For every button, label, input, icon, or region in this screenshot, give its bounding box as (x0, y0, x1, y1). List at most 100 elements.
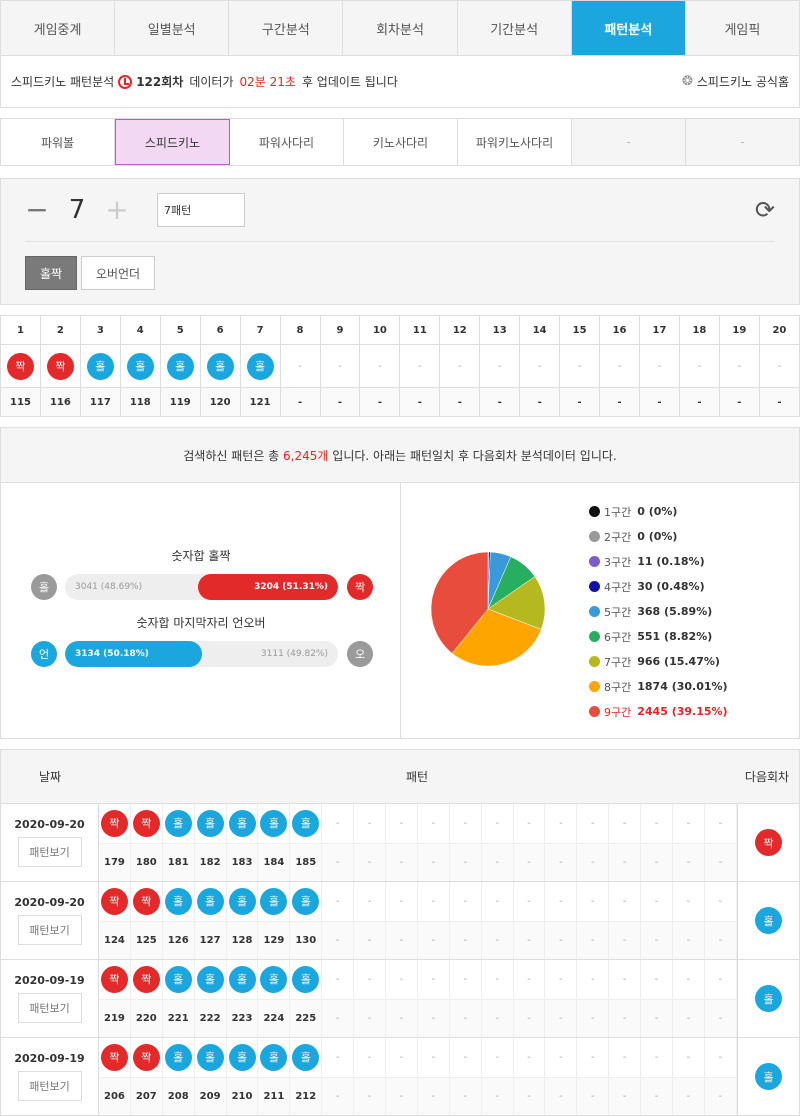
empty-cell: - (527, 934, 531, 946)
history-date: 2020-09-19 (14, 1052, 85, 1065)
history-round-cell: - (418, 1077, 450, 1115)
over-count: 3111 (49.82%) (260, 649, 328, 659)
game-tab-0[interactable]: 파워볼 (1, 119, 115, 165)
empty-cell: - (338, 360, 342, 372)
empty-cell: - (559, 895, 563, 907)
grid-round-cell: - (319, 387, 361, 417)
pattern-input[interactable] (157, 193, 245, 227)
empty-cell: - (654, 817, 659, 829)
legend-dot (589, 531, 600, 542)
empty-cell: - (697, 360, 702, 372)
history-round-cell: - (609, 999, 642, 1037)
col-date: 날짜 (38, 770, 62, 784)
view-pattern-button[interactable]: 패턴보기 (17, 993, 82, 1023)
history-header: 날짜 패턴 다음회차 (0, 749, 800, 804)
empty-cell: - (654, 1090, 659, 1102)
history-round-cell: - (545, 1077, 578, 1115)
empty-cell: - (718, 895, 723, 907)
grid-header-15: 16 (599, 315, 640, 345)
tab-2[interactable]: 구간분석 (229, 1, 344, 55)
empty-cell: - (718, 973, 723, 985)
col-pattern: 패턴 (405, 770, 429, 784)
empty-cell: - (431, 1012, 436, 1024)
history-round-cell: - (673, 1077, 705, 1115)
empty-cell: - (654, 1051, 659, 1063)
oddeven-button[interactable]: 홀짝 (25, 256, 77, 290)
history-ball-cell: - (322, 882, 355, 921)
history-round-cell: - (418, 999, 450, 1037)
grid-round-cell: - (439, 387, 481, 417)
history-round-cell: 126 (163, 921, 195, 959)
history-round-cell: - (450, 921, 482, 959)
history-ball-cell: - (545, 1038, 578, 1077)
grid-ball-cell: - (359, 344, 401, 388)
history-round-cell: 181 (163, 843, 195, 881)
tab-4[interactable]: 기간분석 (458, 1, 572, 55)
tab-5[interactable]: 패턴분석 (571, 1, 686, 55)
view-pattern-button[interactable]: 패턴보기 (17, 1071, 82, 1101)
history-date-cell: 2020-09-20 패턴보기 (1, 882, 99, 959)
history-ball-cell: 짝 (131, 960, 163, 999)
empty-cell: - (654, 973, 659, 985)
grid-header-6: 7 (239, 315, 281, 345)
grid-ball-cell: 홀 (119, 344, 161, 388)
result-ball: 홀 (292, 809, 320, 837)
tab-3[interactable]: 회차분석 (343, 1, 458, 55)
tab-1[interactable]: 일별분석 (115, 1, 230, 55)
tab-6[interactable]: 게임픽 (686, 1, 799, 55)
overunder-button[interactable]: 오버언더 (81, 256, 155, 290)
history-ball-cell: - (386, 1038, 418, 1077)
view-pattern-button[interactable]: 패턴보기 (17, 915, 82, 945)
history-ball-cell: - (322, 804, 355, 843)
history-ball-cell: - (577, 960, 610, 999)
empty-cell: - (718, 817, 723, 829)
history-ball-cell: - (545, 882, 578, 921)
legend-value: 11 (0.18%) (637, 555, 705, 568)
view-pattern-button[interactable]: 패턴보기 (17, 837, 82, 867)
summary-count: 6,245개 (283, 448, 329, 463)
official-home-link[interactable]: ❂ 스피드키노 공식홈 (682, 73, 789, 90)
result-ball: 짝 (100, 1043, 128, 1071)
empty-cell: - (686, 973, 691, 985)
history-ball-cell: - (609, 1038, 642, 1077)
result-ball: 짝 (100, 887, 128, 915)
legend-value: 368 (5.89%) (637, 605, 713, 618)
legend-value: 0 (0%) (637, 530, 678, 543)
game-tab-1[interactable]: 스피드키노 (115, 119, 230, 165)
history-round-cell: - (545, 921, 578, 959)
history-round-cell: 211 (258, 1077, 291, 1115)
increase-button[interactable]: + (105, 196, 129, 224)
game-tab-3[interactable]: 키노사다리 (344, 119, 458, 165)
empty-cell: - (335, 973, 340, 985)
history-ball-cell: 홀 (290, 882, 323, 921)
summary-pre: 검색하신 패턴은 총 (183, 448, 280, 463)
history-ball-cell: - (450, 882, 482, 921)
history-ball-row: 짝짝홀홀홀홀홀------------- (99, 960, 737, 999)
grid-header-9: 10 (359, 315, 401, 345)
history-round-row: 219 220 221 222 223 224 225- - - - - - - - - - - - - (99, 998, 737, 1037)
grid-ball-cell: - (678, 344, 720, 388)
history-round-cell: - (641, 999, 674, 1037)
history-cells: 짝 짝 홀 홀 홀 홀 홀 - - - - - - - - - - - - -219 220 221 222 223 224 22… (99, 960, 737, 1037)
history-ball-cell: - (482, 804, 514, 843)
game-tab-4[interactable]: 파워키노사다리 (458, 119, 572, 165)
empty-cell: - (527, 1090, 531, 1102)
refresh-icon[interactable]: ⟳ (755, 196, 775, 224)
empty-cell: - (431, 1090, 436, 1102)
history-ball-cell: - (609, 960, 642, 999)
result-ball: 홀 (126, 352, 154, 380)
game-tab-2[interactable]: 파워사다리 (230, 119, 344, 165)
tab-0[interactable]: 게임중계 (1, 1, 116, 55)
history-round-row: 206 207 208 209 210 211 212- - - - - - - - - - - - - (99, 1076, 737, 1115)
grid-ball-cell: 짝 (39, 344, 81, 388)
history-ball-cell: - (386, 960, 418, 999)
history-round-cell: 125 (131, 921, 163, 959)
history-date: 2020-09-20 (14, 896, 85, 909)
empty-cell: - (335, 934, 340, 946)
empty-cell: - (622, 856, 627, 868)
history-ball-cell: - (386, 804, 418, 843)
legend-dot (589, 656, 600, 667)
result-ball: 홀 (292, 965, 320, 993)
decrease-button[interactable]: − (25, 196, 49, 224)
history-cells: 짝 짝 홀 홀 홀 홀 홀 - - - - - - - - - - - - -124 125 126 127 128 129 13… (99, 882, 737, 959)
